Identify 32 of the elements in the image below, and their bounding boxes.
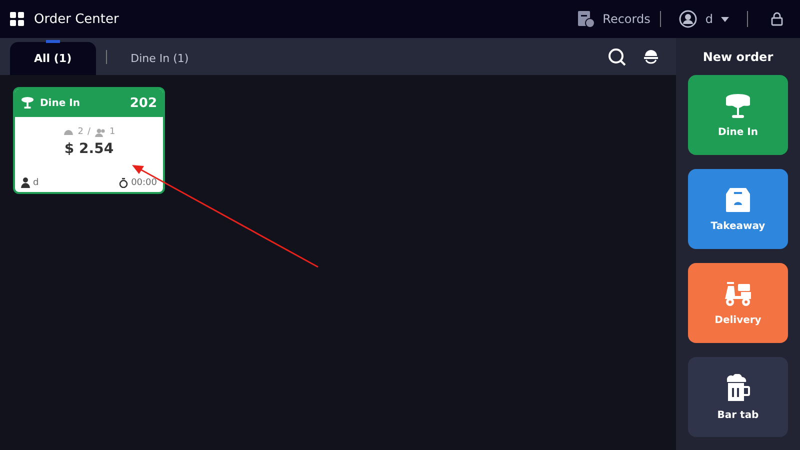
stopwatch-icon <box>119 178 128 188</box>
app-title: Order Center <box>34 12 120 26</box>
order-type: Dine In <box>40 98 81 108</box>
lock-icon[interactable] <box>770 12 784 26</box>
order-total: $ 2.54 <box>64 141 114 157</box>
filter-tab[interactable]: All (1) <box>10 42 96 75</box>
panel-title: New order <box>702 50 774 64</box>
filter-tab[interactable]: Dine In (1) <box>106 42 213 75</box>
person-icon <box>21 177 30 188</box>
new-order-button[interactable]: Bar tab <box>688 357 788 437</box>
beer-mug-icon <box>724 374 752 402</box>
user-menu[interactable]: d <box>679 10 729 28</box>
new-order-button[interactable]: Takeaway <box>688 169 788 249</box>
grid-icon[interactable] <box>10 12 24 26</box>
separator-text: / <box>87 127 91 137</box>
dish-count: 2 <box>78 127 84 137</box>
order-card[interactable]: Dine In 202 2 / 1 $ 2.54 d 00:00 <box>13 87 165 194</box>
cloche-icon <box>62 128 74 136</box>
table-icon <box>21 97 34 109</box>
records-button[interactable]: Records <box>576 10 650 28</box>
search-icon[interactable] <box>608 48 626 66</box>
elapsed-time: 00:00 <box>131 178 157 188</box>
people-icon <box>94 128 106 136</box>
scooter-icon <box>724 280 752 306</box>
box-icon <box>725 186 751 212</box>
document-clock-icon <box>576 10 595 28</box>
caret-icon <box>721 16 729 22</box>
table-number: 202 <box>130 96 157 110</box>
staff-name: d <box>33 178 39 188</box>
table-icon <box>724 92 752 118</box>
avatar-icon <box>679 10 698 28</box>
guest-count: 1 <box>110 127 116 137</box>
